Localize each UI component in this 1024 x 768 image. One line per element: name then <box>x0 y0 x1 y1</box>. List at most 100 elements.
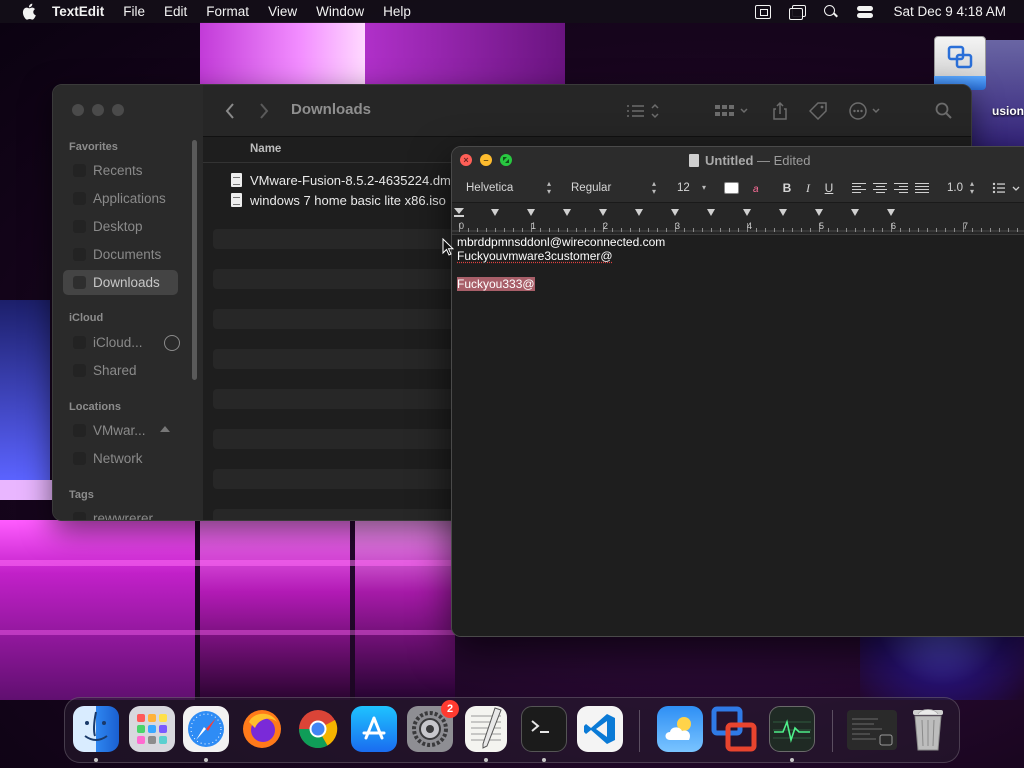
close-button[interactable] <box>72 104 84 116</box>
font-size-select[interactable]: 12 ▾ <box>670 179 710 197</box>
more-actions-icon[interactable] <box>848 100 886 122</box>
tab-stop-marker[interactable] <box>779 209 787 216</box>
text-editor-area[interactable]: mbrddpmnsddonl@wireconnected.com Fuckyou… <box>452 235 1024 636</box>
spotlight-search-icon[interactable] <box>823 5 839 19</box>
align-left-button[interactable] <box>852 179 866 197</box>
group-icon[interactable] <box>713 100 751 122</box>
text-line[interactable] <box>457 263 1024 277</box>
menu-view[interactable]: View <box>268 4 297 19</box>
safari-icon[interactable] <box>183 706 229 752</box>
font-family-select[interactable]: Helvetica ▴ ▾ <box>459 179 555 197</box>
tab-stop-marker[interactable] <box>635 209 643 216</box>
window-arrange-icon[interactable] <box>789 5 805 19</box>
textedit-icon[interactable] <box>465 706 507 752</box>
list-view-icon[interactable] <box>623 100 663 122</box>
control-center-icon[interactable] <box>857 5 873 19</box>
tab-stop-marker[interactable] <box>851 209 859 216</box>
sidebar-item-icloud-drive[interactable]: iCloud... <box>63 330 178 355</box>
bold-button[interactable]: B <box>780 179 794 197</box>
finder-icon[interactable] <box>73 706 119 752</box>
tab-stop-marker[interactable] <box>527 209 535 216</box>
text-ruler[interactable]: 0 1 2 3 4 5 6 7 <box>452 203 1024 235</box>
tag-icon[interactable] <box>808 100 830 122</box>
text-line[interactable]: Fuckyou333@ <box>457 277 1024 291</box>
tab-stop-marker[interactable] <box>743 209 751 216</box>
menu-app-name[interactable]: TextEdit <box>52 4 104 19</box>
text-line[interactable]: mbrddpmnsddonl@wireconnected.com <box>457 235 1024 249</box>
tab-stop-marker[interactable] <box>707 209 715 216</box>
activity-monitor-icon[interactable] <box>769 706 815 752</box>
eject-icon[interactable] <box>160 426 170 432</box>
vmware-fusion-icon[interactable] <box>711 706 757 752</box>
sidebar-item-documents[interactable]: Documents <box>63 242 178 267</box>
launchpad-icon[interactable] <box>129 706 175 752</box>
minimize-button[interactable]: – <box>480 154 492 166</box>
terminal-icon[interactable] <box>521 706 567 752</box>
tab-stop-marker[interactable] <box>671 209 679 216</box>
highlight-color-button[interactable]: a <box>750 179 764 197</box>
align-center-button[interactable] <box>873 179 887 197</box>
search-icon[interactable] <box>933 100 955 122</box>
sidebar-item-vmware-volume[interactable]: VMwar... <box>63 418 178 443</box>
weather-icon[interactable] <box>657 706 703 752</box>
list-bullets-button[interactable] <box>992 179 1024 197</box>
forward-button[interactable] <box>255 100 273 122</box>
ruler-tick <box>486 228 487 232</box>
font-style-select[interactable]: Regular ▴ ▾ <box>564 179 660 197</box>
chrome-icon[interactable] <box>295 706 341 752</box>
minimize-button[interactable] <box>92 104 104 116</box>
sidebar-item-downloads[interactable]: Downloads <box>63 270 178 295</box>
text-color-well[interactable] <box>724 179 739 197</box>
menu-file[interactable]: File <box>123 4 145 19</box>
tab-stop-marker[interactable] <box>815 209 823 216</box>
sidebar-section-locations: Locations <box>69 401 121 413</box>
menu-help[interactable]: Help <box>383 4 411 19</box>
ruler-tick <box>477 228 478 232</box>
menu-format[interactable]: Format <box>206 4 249 19</box>
sidebar-item-recents[interactable]: Recents <box>63 158 178 183</box>
trash-icon[interactable] <box>905 706 951 752</box>
text-line[interactable]: Fuckyouvmware3customer@ <box>457 249 1024 263</box>
sidebar-scrollbar[interactable] <box>192 140 197 380</box>
ruler-tick <box>639 228 640 232</box>
tab-stop-marker[interactable] <box>887 209 895 216</box>
sidebar-item-tag[interactable]: rewwrerer <box>63 506 178 521</box>
column-name-label[interactable]: Name <box>250 143 281 155</box>
recent-window-icon[interactable] <box>847 710 897 750</box>
sidebar-item-desktop[interactable]: Desktop <box>63 214 178 239</box>
chevron-updown-icon: ▴ ▾ <box>970 180 974 196</box>
document-icon <box>689 154 699 167</box>
underline-button[interactable]: U <box>822 179 836 197</box>
sidebar-item-label: rewwrerer <box>93 511 153 521</box>
firefox-icon[interactable] <box>239 706 285 752</box>
zoom-button[interactable] <box>112 104 124 116</box>
apple-logo-icon[interactable] <box>18 0 38 23</box>
italic-button[interactable]: I <box>801 179 815 197</box>
sidebar-item-applications[interactable]: Applications <box>63 186 178 211</box>
align-justify-button[interactable] <box>915 179 929 197</box>
close-button[interactable]: × <box>460 154 472 166</box>
sidebar-item-network[interactable]: Network <box>63 446 178 471</box>
align-right-button[interactable] <box>894 179 908 197</box>
vscode-icon[interactable] <box>577 706 623 752</box>
display-mirroring-icon[interactable] <box>755 5 771 19</box>
sidebar-item-shared[interactable]: Shared <box>63 358 178 383</box>
menu-window[interactable]: Window <box>316 4 364 19</box>
menu-clock[interactable]: Sat Dec 9 4:18 AM <box>893 4 1006 19</box>
app-store-icon[interactable] <box>351 706 397 752</box>
dock-separator <box>639 710 640 752</box>
selected-text[interactable]: Fuckyou333@ <box>457 277 535 291</box>
tab-stop-marker[interactable] <box>491 209 499 216</box>
textedit-titlebar[interactable]: × – Untitled — Edited <box>452 147 1024 173</box>
ruler-tick <box>855 228 856 232</box>
tab-stop-marker[interactable] <box>599 209 607 216</box>
menu-edit[interactable]: Edit <box>164 4 187 19</box>
line-spacing-select[interactable]: 1.0 ▴ ▾ <box>940 179 978 197</box>
title-separator: — <box>757 153 770 168</box>
share-icon[interactable] <box>770 100 790 122</box>
tab-stop-marker[interactable] <box>563 209 571 216</box>
back-button[interactable] <box>221 100 239 122</box>
zoom-button[interactable] <box>500 154 512 166</box>
system-settings-icon[interactable]: 2 <box>407 706 453 752</box>
ruler-tick <box>720 228 721 232</box>
